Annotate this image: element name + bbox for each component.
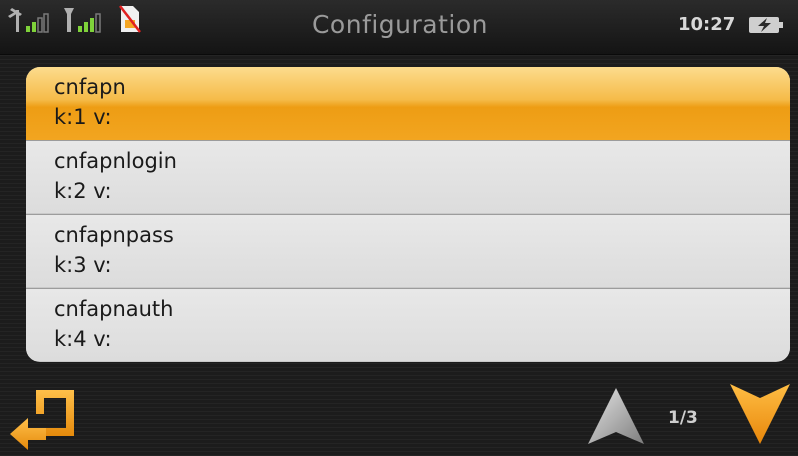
- item-name: cnfapn: [54, 75, 126, 99]
- item-name: cnfapnpass: [54, 223, 174, 247]
- page-up-button[interactable]: [586, 386, 646, 446]
- config-list[interactable]: cnfapn k:1 v: cnfapnlogin k:2 v: cnfapnp…: [26, 67, 790, 362]
- item-kv: k:2 v:: [54, 179, 112, 203]
- list-item[interactable]: cnfapn k:1 v:: [26, 67, 790, 140]
- page-indicator: 1/3: [668, 408, 698, 428]
- list-item[interactable]: cnfapnpass k:3 v:: [26, 214, 790, 287]
- item-kv: k:4 v:: [54, 327, 112, 351]
- page-title: Configuration: [311, 10, 489, 39]
- item-kv: k:1 v:: [54, 105, 112, 129]
- up-arrow-icon: [588, 388, 644, 444]
- item-kv: k:3 v:: [54, 253, 112, 277]
- clock: 10:27: [678, 14, 736, 35]
- gsm-signal-icon: [64, 8, 101, 33]
- item-name: cnfapnauth: [54, 297, 174, 321]
- item-name: cnfapnlogin: [54, 149, 177, 173]
- gps-signal-icon: [8, 8, 49, 33]
- no-sim-icon: [119, 5, 141, 33]
- back-button[interactable]: [6, 384, 80, 452]
- list-item[interactable]: cnfapnauth k:4 v:: [26, 288, 790, 361]
- battery-charging-icon: [749, 17, 783, 33]
- page-down-button[interactable]: [728, 380, 792, 446]
- status-bar: Configuration 10:27: [0, 0, 798, 55]
- list-item[interactable]: cnfapnlogin k:2 v:: [26, 140, 790, 213]
- down-arrow-icon: [730, 384, 790, 444]
- back-arrow-icon: [10, 390, 74, 450]
